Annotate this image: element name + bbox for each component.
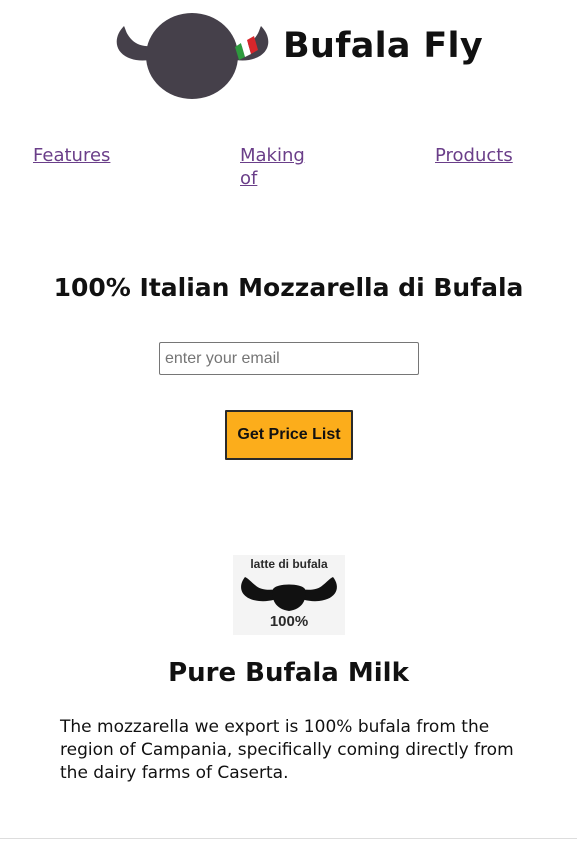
get-price-list-button[interactable]: Get Price List [225,410,353,460]
nav-link-making-of[interactable]: Making of [240,144,320,190]
badge-label-top: latte di bufala [250,557,328,571]
buffalo-head-logo-icon [110,4,275,102]
nav-link-features[interactable]: Features [33,144,110,167]
email-input[interactable] [159,342,419,375]
hero-title: 100% Italian Mozzarella di Bufala [53,273,524,302]
nav-link-products[interactable]: Products [435,144,513,167]
page: Bufala Fly Features Making of Products 1… [0,0,577,841]
latte-di-bufala-badge-icon: latte di bufala 100% [233,555,345,635]
brand-name: Bufala Fly [283,26,483,66]
divider [0,838,577,839]
badge-label-bottom: 100% [269,613,309,630]
feature-description: The mozzarella we export is 100% bufala … [60,717,514,783]
feature-title: Pure Bufala Milk [168,658,409,688]
